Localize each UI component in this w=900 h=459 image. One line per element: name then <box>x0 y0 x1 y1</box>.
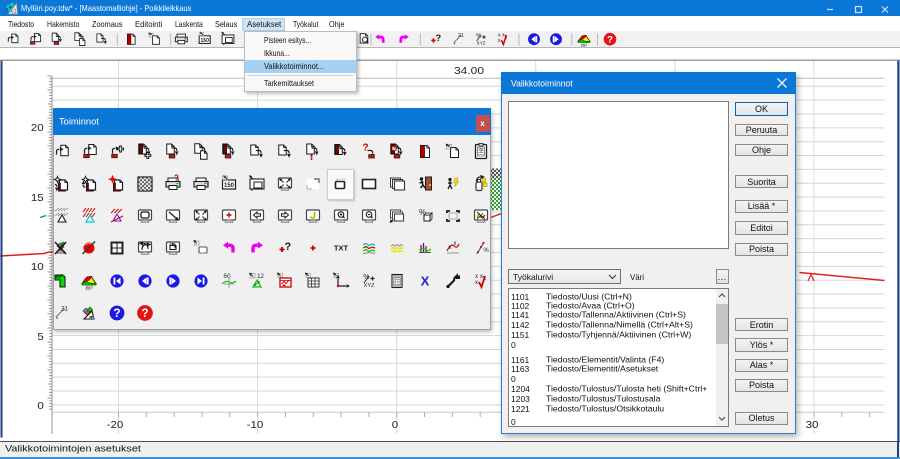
svg-text:%: % <box>483 248 489 254</box>
svg-text:×: × <box>447 144 451 150</box>
svg-text:m²: m² <box>55 274 62 281</box>
svg-text:60: 60 <box>223 273 231 280</box>
svg-text:X: X <box>421 274 430 289</box>
svg-text:?: ? <box>141 307 148 320</box>
svg-text:XYZ: XYZ <box>476 40 485 45</box>
svg-text:?: ? <box>113 307 120 320</box>
svg-text:m³: m³ <box>581 43 587 48</box>
svg-text:x: x <box>449 245 452 251</box>
svg-text:%: % <box>476 34 482 40</box>
svg-text:21: 21 <box>61 307 68 313</box>
svg-text:?: ? <box>392 146 395 152</box>
svg-text:?: ? <box>436 33 442 43</box>
svg-text:?: ? <box>284 241 291 253</box>
svg-text:m³: m³ <box>86 286 93 292</box>
svg-text:?: ? <box>607 34 613 45</box>
svg-text:TXT: TXT <box>334 244 349 253</box>
svg-text:150: 150 <box>224 183 235 189</box>
svg-text:x: x <box>475 280 478 286</box>
svg-text:12: 12 <box>257 274 264 280</box>
svg-text:XYZ: XYZ <box>364 283 375 289</box>
svg-text:150: 150 <box>200 38 209 44</box>
svg-text:10: 10 <box>90 315 95 320</box>
svg-text:?: ? <box>174 174 179 183</box>
svg-text:?: ? <box>362 143 368 154</box>
svg-text:x: x <box>454 241 457 247</box>
